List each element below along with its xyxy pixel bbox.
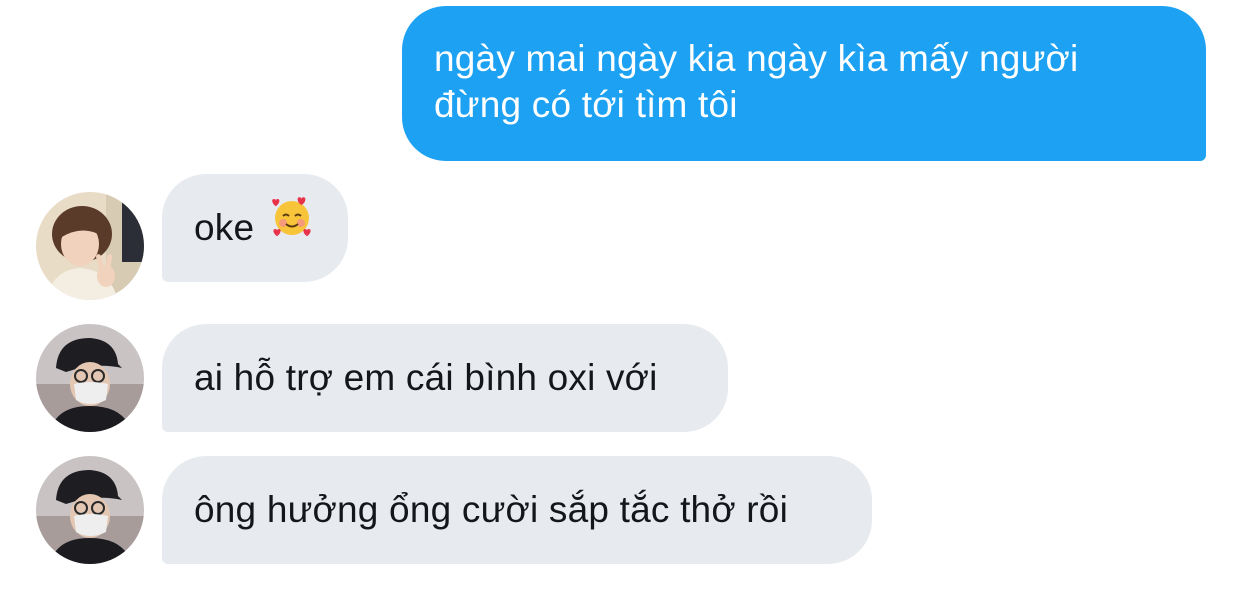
avatar[interactable] bbox=[36, 456, 144, 564]
avatar[interactable] bbox=[36, 324, 144, 432]
incoming-message-bubble[interactable]: oke bbox=[162, 174, 348, 282]
incoming-message-text: ông hưởng ổng cười sắp tắc thở rồi bbox=[194, 489, 788, 530]
incoming-message-row: ai hỗ trợ em cái bình oxi với bbox=[0, 324, 740, 432]
avatar-cap-mask-image bbox=[36, 324, 144, 432]
incoming-message-row: oke bbox=[0, 174, 360, 300]
avatar-cap-mask-image bbox=[36, 456, 144, 564]
incoming-message-row: ông hưởng ổng cười sắp tắc thở rồi bbox=[0, 456, 880, 564]
avatar[interactable] bbox=[36, 192, 144, 300]
outgoing-message-line: đừng có tới tìm tôi bbox=[434, 84, 738, 125]
outgoing-message-line: ngày mai ngày kia ngày kìa mấy người bbox=[434, 38, 1079, 79]
incoming-message-text: ai hỗ trợ em cái bình oxi với bbox=[194, 357, 658, 398]
conversation-thread: ngày mai ngày kia ngày kìa mấy người đừn… bbox=[0, 0, 1242, 595]
incoming-message-text: oke bbox=[194, 207, 255, 248]
smiling-face-with-hearts-icon bbox=[271, 172, 313, 280]
incoming-message-bubble[interactable]: ông hưởng ổng cười sắp tắc thở rồi bbox=[162, 456, 872, 564]
avatar-peace-sign-image bbox=[36, 192, 144, 300]
incoming-message-bubble[interactable]: ai hỗ trợ em cái bình oxi với bbox=[162, 324, 728, 432]
outgoing-message-bubble[interactable]: ngày mai ngày kia ngày kìa mấy người đừn… bbox=[402, 6, 1206, 161]
